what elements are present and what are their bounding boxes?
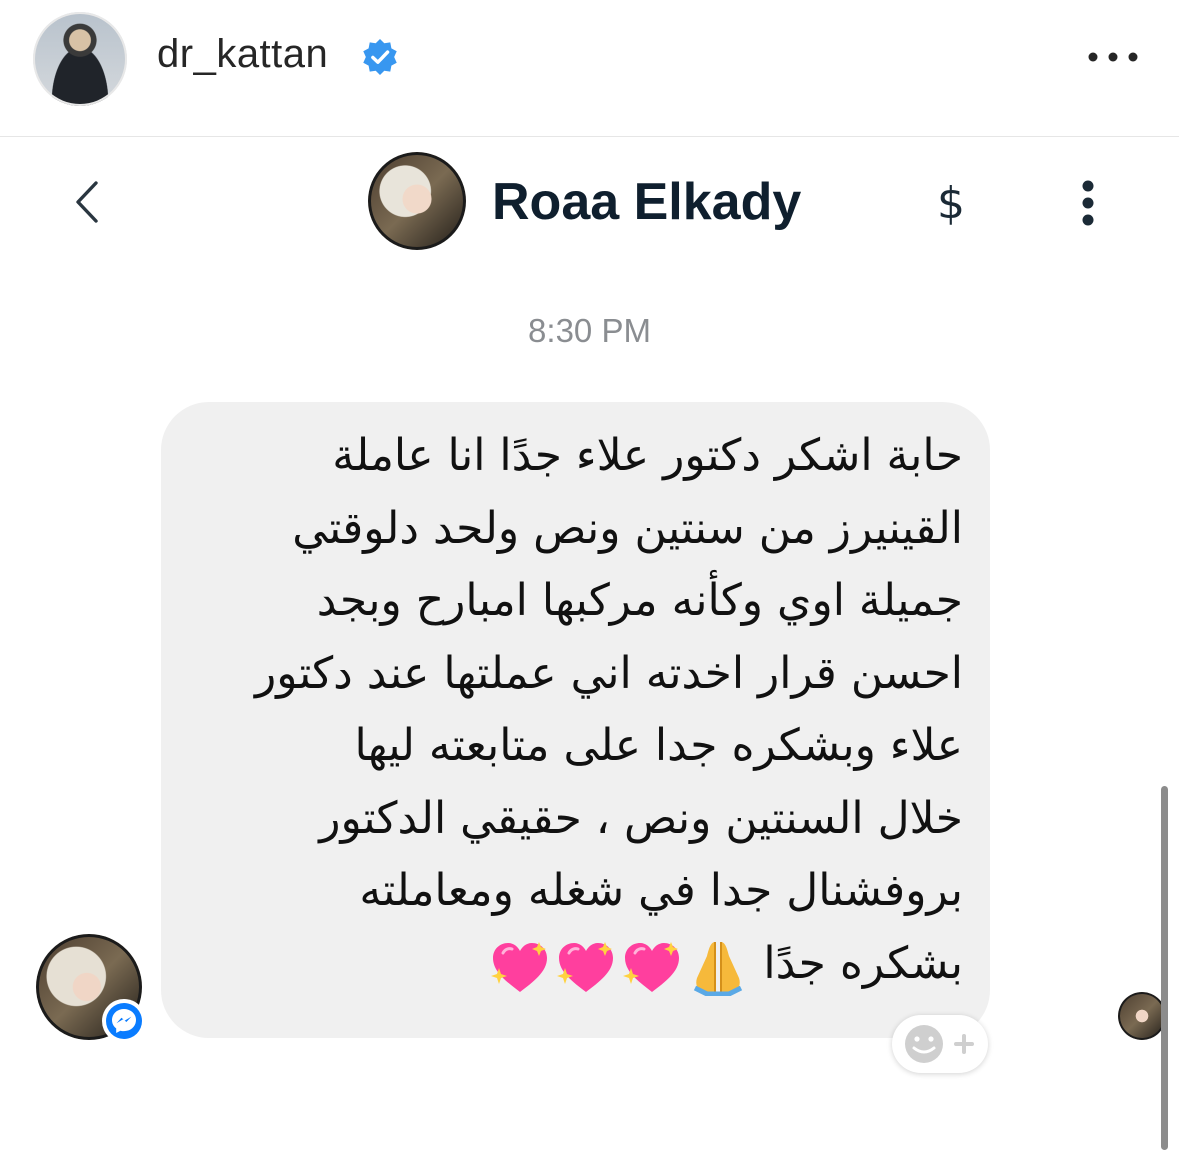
scrollbar[interactable] bbox=[1161, 786, 1168, 1150]
message-line: القينيرز من سنتين ونص ولحد دلوقتي bbox=[292, 502, 963, 554]
message-line: بشكره جدًا bbox=[763, 937, 963, 989]
message-line: خلال السنتين ونص ، حقيقي الدكتور bbox=[319, 792, 963, 844]
message-last-line: بشكره جدًا bbox=[191, 928, 963, 1002]
verified-badge-icon bbox=[363, 38, 397, 76]
add-reaction-icon bbox=[905, 1025, 974, 1063]
add-reaction-button[interactable] bbox=[892, 1015, 988, 1073]
more-vertical-icon[interactable] bbox=[1078, 180, 1098, 226]
profile-avatar[interactable] bbox=[33, 12, 127, 106]
message-line: احسن قرار اخدته اني عملتها عند دكتور bbox=[254, 647, 963, 699]
message-line: حابة اشكر دكتور علاء جدًا انا عاملة bbox=[332, 430, 963, 481]
sparkling-heart-icon bbox=[557, 942, 614, 993]
emoji-run bbox=[487, 929, 751, 1002]
message-line: بروفشنال جدا في شغله ومعاملته bbox=[359, 865, 963, 916]
chevron-left-icon[interactable] bbox=[72, 180, 102, 224]
messenger-icon bbox=[102, 999, 146, 1043]
message-timestamp: 8:30 PM bbox=[528, 312, 651, 349]
message-text: حابة اشكر دكتور علاء جدًا انا عاملة القي… bbox=[191, 420, 963, 1002]
contact-name[interactable]: Roaa Elkady bbox=[492, 172, 801, 232]
more-horizontal-icon[interactable] bbox=[1088, 52, 1138, 62]
sparkling-heart-icon bbox=[491, 942, 548, 993]
sparkling-heart-icon bbox=[623, 942, 680, 993]
dollar-icon[interactable]: $ bbox=[937, 178, 965, 229]
message-line: جميلة اوي وكأنه مركبها امبارح وبجد bbox=[316, 575, 963, 626]
folded-hands-icon bbox=[694, 942, 743, 997]
username[interactable]: dr_kattan bbox=[157, 32, 328, 77]
read-receipt-avatar bbox=[1118, 992, 1166, 1040]
contact-avatar[interactable] bbox=[368, 152, 466, 250]
message-line: علاء وبشكره جدا على متابعته ليها bbox=[354, 720, 963, 771]
post-header: dr_kattan bbox=[0, 0, 1179, 137]
